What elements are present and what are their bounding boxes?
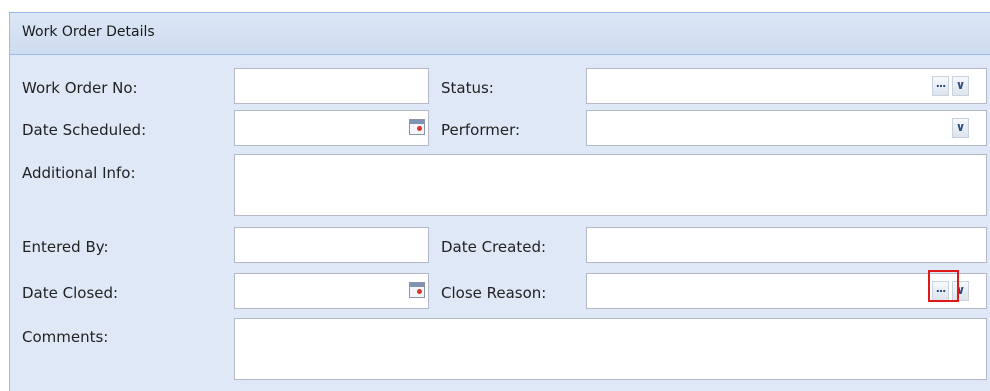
calendar-icon[interactable] <box>409 282 425 298</box>
status-lookup-button[interactable]: ... <box>932 76 949 96</box>
work-order-no-input[interactable] <box>234 68 429 104</box>
status-dropdown-icon[interactable]: ∨ <box>952 76 969 96</box>
panel-title: Work Order Details <box>22 24 155 40</box>
date-closed-field[interactable] <box>234 273 429 309</box>
status-label: Status: <box>441 79 494 97</box>
date-scheduled-label: Date Scheduled: <box>22 121 147 139</box>
performer-label: Performer: <box>441 121 521 139</box>
work-order-no-label: Work Order No: <box>22 79 138 97</box>
comments-label: Comments: <box>22 328 109 346</box>
comments-textarea[interactable] <box>234 318 987 380</box>
entered-by-input[interactable] <box>234 227 429 263</box>
additional-info-label: Additional Info: <box>22 164 136 182</box>
date-created-label: Date Created: <box>441 238 547 256</box>
status-combo[interactable]: ... ∨ <box>586 68 987 104</box>
additional-info-textarea[interactable] <box>234 154 987 216</box>
calendar-icon[interactable] <box>409 119 425 135</box>
highlight-box <box>928 270 959 302</box>
close-reason-label: Close Reason: <box>441 284 547 302</box>
date-created-input[interactable] <box>586 227 987 263</box>
date-closed-label: Date Closed: <box>22 284 119 302</box>
performer-dropdown-icon[interactable]: ∨ <box>952 118 969 138</box>
entered-by-label: Entered By: <box>22 238 109 256</box>
date-scheduled-field[interactable] <box>234 110 429 146</box>
performer-combo[interactable]: ∨ <box>586 110 987 146</box>
panel-header: Work Order Details <box>10 13 990 55</box>
close-reason-combo[interactable]: ... ∨ <box>586 273 987 309</box>
